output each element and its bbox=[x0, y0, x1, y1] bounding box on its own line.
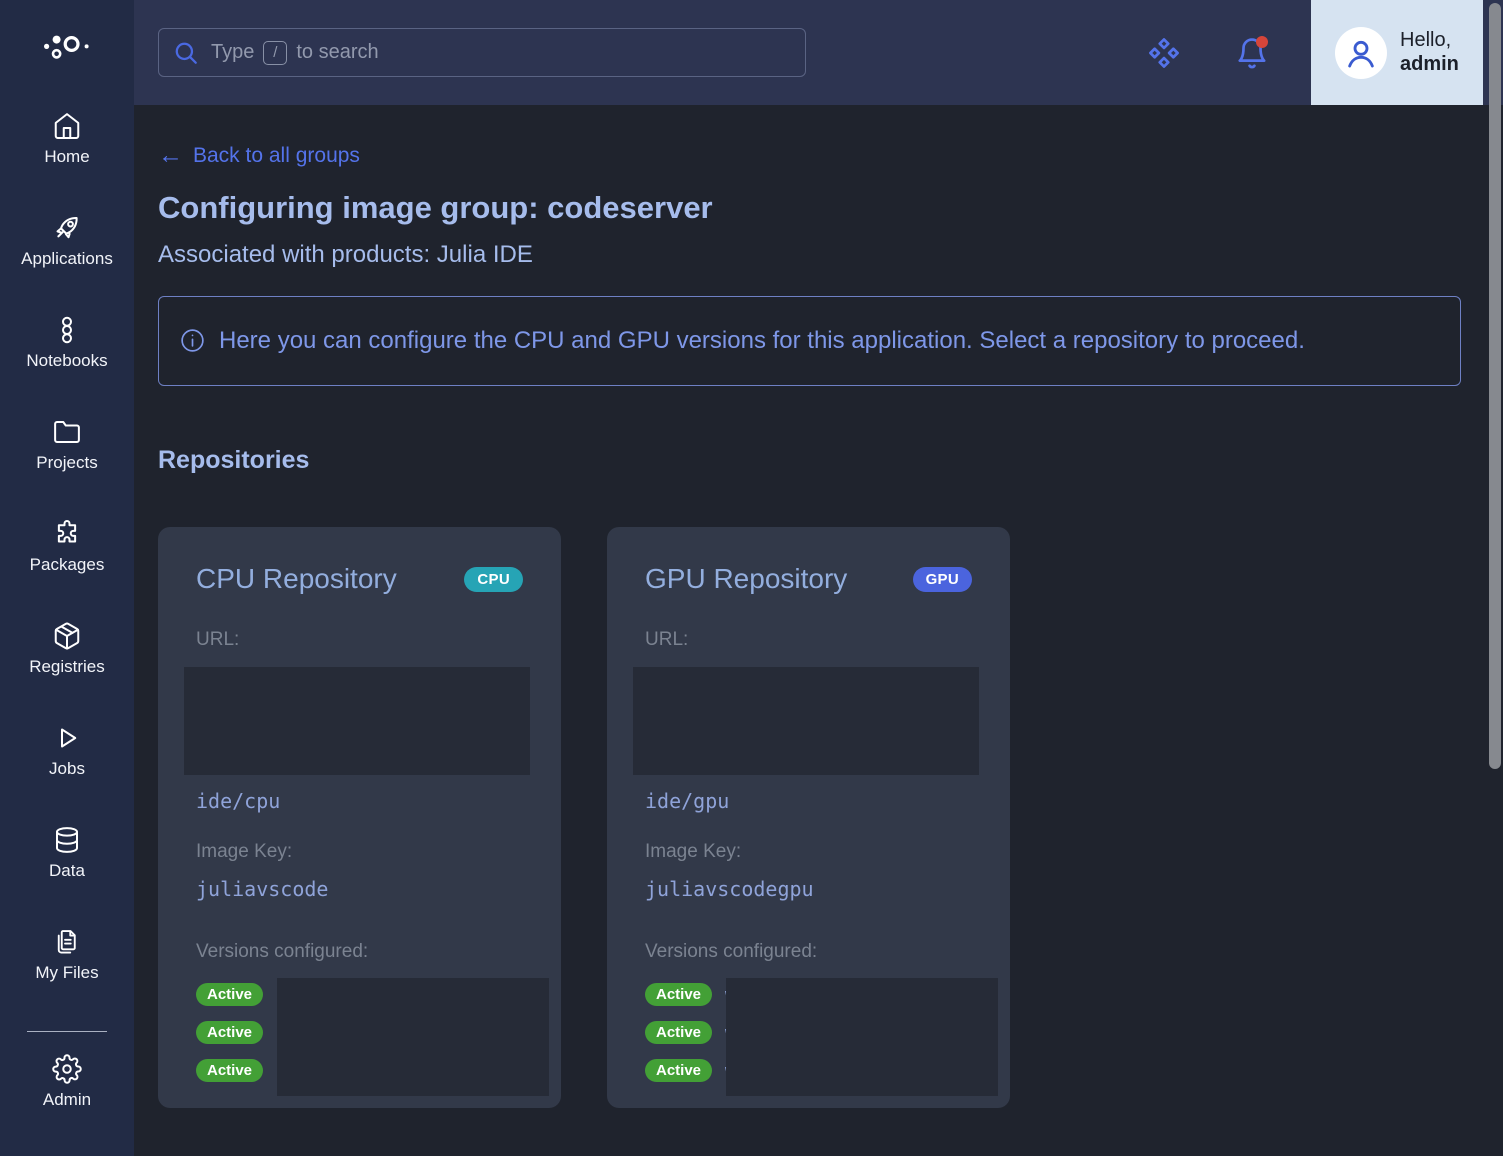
app-window: Home Applications Notebooks Projects Pac… bbox=[0, 0, 1503, 1156]
play-icon bbox=[52, 723, 82, 753]
sidebar-item-packages[interactable]: Packages bbox=[30, 519, 105, 575]
card-title: GPU Repository bbox=[645, 563, 847, 595]
sidebar-item-label: Registries bbox=[29, 657, 105, 677]
versions-label: Versions configured: bbox=[196, 941, 523, 963]
sidebar-item-label: My Files bbox=[35, 963, 98, 983]
sidebar-item-label: Jobs bbox=[49, 759, 85, 779]
sidebar-item-projects[interactable]: Projects bbox=[36, 417, 97, 473]
image-key-label: Image Key: bbox=[196, 841, 523, 863]
main-column: Type / to search Hello, bbox=[134, 0, 1503, 1156]
rocket-icon bbox=[52, 213, 82, 243]
gear-icon bbox=[52, 1054, 82, 1084]
apps-grid-button[interactable] bbox=[1147, 36, 1181, 70]
sidebar-item-registries[interactable]: Registries bbox=[29, 621, 105, 677]
sidebar-item-applications[interactable]: Applications bbox=[21, 213, 113, 269]
image-key-value: juliavscode bbox=[196, 877, 523, 901]
sidebar-item-label: Packages bbox=[30, 555, 105, 575]
sidebar-item-notebooks[interactable]: Notebooks bbox=[26, 315, 107, 371]
status-badge: Active bbox=[645, 983, 712, 1006]
avatar bbox=[1335, 27, 1387, 79]
versions-label: Versions configured: bbox=[645, 941, 972, 963]
sidebar-divider bbox=[27, 1031, 107, 1032]
repositories-heading: Repositories bbox=[158, 446, 1461, 475]
search-input[interactable]: Type / to search bbox=[158, 28, 806, 77]
notification-dot bbox=[1256, 36, 1268, 48]
redacted-url-value bbox=[184, 667, 530, 775]
files-icon bbox=[52, 927, 82, 957]
sidebar-item-my-files[interactable]: My Files bbox=[35, 927, 98, 983]
url-label: URL: bbox=[645, 629, 972, 651]
sidebar-item-label: Applications bbox=[21, 249, 113, 269]
sidebar-item-label: Notebooks bbox=[26, 351, 107, 371]
sidebar: Home Applications Notebooks Projects Pac… bbox=[0, 0, 134, 1156]
home-icon bbox=[52, 111, 82, 141]
status-badge: Active bbox=[645, 1059, 712, 1082]
repository-cards: CPU Repository CPU URL: ide/cpu Image Ke… bbox=[158, 527, 1461, 1108]
search-placeholder: Type / to search bbox=[211, 41, 379, 65]
versions-list: Active p Active p Active p bbox=[196, 981, 523, 1084]
card-title: CPU Repository bbox=[196, 563, 397, 595]
status-badge: Active bbox=[196, 1059, 263, 1082]
info-banner-text: Here you can configure the CPU and GPU v… bbox=[219, 320, 1305, 362]
versions-list: Active w Active w Active w bbox=[645, 981, 972, 1084]
apps-grid-icon bbox=[1147, 36, 1181, 70]
notifications-button[interactable] bbox=[1235, 36, 1269, 70]
card-header: CPU Repository CPU bbox=[196, 563, 523, 595]
sidebar-item-label: Home bbox=[44, 147, 89, 167]
puzzle-icon bbox=[52, 519, 82, 549]
cpu-badge: CPU bbox=[464, 567, 523, 592]
greeting-text: Hello, admin bbox=[1400, 29, 1459, 76]
user-menu[interactable]: Hello, admin bbox=[1311, 0, 1483, 105]
redacted-version-names bbox=[726, 978, 998, 1096]
brand-logo[interactable] bbox=[0, 0, 134, 94]
topbar: Type / to search Hello, bbox=[134, 0, 1503, 105]
image-key-label: Image Key: bbox=[645, 841, 972, 863]
sidebar-item-label: Projects bbox=[36, 453, 97, 473]
sidebar-item-jobs[interactable]: Jobs bbox=[49, 723, 85, 779]
back-arrow-icon: ← bbox=[158, 143, 183, 168]
status-badge: Active bbox=[196, 983, 263, 1006]
status-badge: Active bbox=[196, 1021, 263, 1044]
status-badge: Active bbox=[645, 1021, 712, 1044]
page-title: Configuring image group: codeserver bbox=[158, 190, 1461, 226]
database-icon bbox=[52, 825, 82, 855]
sidebar-item-admin[interactable]: Admin bbox=[43, 1054, 91, 1110]
url-label: URL: bbox=[196, 629, 523, 651]
topbar-icon-group bbox=[1147, 36, 1269, 70]
sidebar-item-data[interactable]: Data bbox=[49, 825, 85, 881]
page-subtitle: Associated with products: Julia IDE bbox=[158, 241, 1461, 269]
sidebar-item-home[interactable]: Home bbox=[44, 111, 89, 167]
folder-icon bbox=[52, 417, 82, 447]
cpu-repository-card[interactable]: CPU Repository CPU URL: ide/cpu Image Ke… bbox=[158, 527, 561, 1108]
redacted-url-value bbox=[633, 667, 979, 775]
sidebar-nav: Home Applications Notebooks Projects Pac… bbox=[21, 111, 113, 1156]
user-icon bbox=[1341, 33, 1381, 73]
page-content: ← Back to all groups Configuring image g… bbox=[134, 105, 1503, 1156]
url-path: ide/cpu bbox=[196, 789, 523, 813]
vertical-scrollbar[interactable] bbox=[1489, 3, 1501, 769]
card-header: GPU Repository GPU bbox=[645, 563, 972, 595]
info-banner: Here you can configure the CPU and GPU v… bbox=[158, 296, 1461, 386]
slash-keycap: / bbox=[263, 41, 287, 65]
back-link[interactable]: ← Back to all groups bbox=[158, 143, 360, 168]
notebooks-icon bbox=[52, 315, 82, 345]
package-box-icon bbox=[52, 621, 82, 651]
url-path: ide/gpu bbox=[645, 789, 972, 813]
sidebar-item-label: Data bbox=[49, 861, 85, 881]
gpu-repository-card[interactable]: GPU Repository GPU URL: ide/gpu Image Ke… bbox=[607, 527, 1010, 1108]
info-icon bbox=[179, 327, 206, 354]
username: admin bbox=[1400, 53, 1459, 77]
sidebar-item-label: Admin bbox=[43, 1090, 91, 1110]
juliahub-logo-icon bbox=[43, 34, 91, 60]
gpu-badge: GPU bbox=[913, 567, 972, 592]
redacted-version-names bbox=[277, 978, 549, 1096]
image-key-value: juliavscodegpu bbox=[645, 877, 972, 901]
search-icon bbox=[173, 40, 199, 66]
